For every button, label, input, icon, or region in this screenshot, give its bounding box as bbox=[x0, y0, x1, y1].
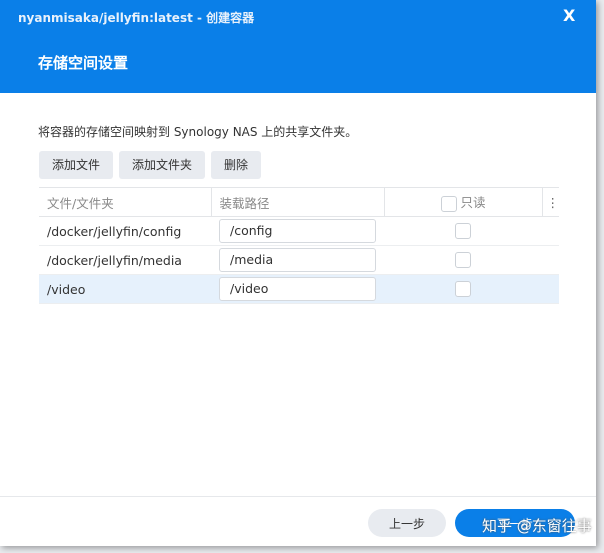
table-row[interactable]: /docker/jellyfin/config /config bbox=[39, 216, 559, 246]
create-container-dialog: nyanmisaka/jellyfin:latest - 创建容器 X 存储空间… bbox=[0, 0, 596, 546]
mount-path-input[interactable]: /config bbox=[219, 219, 376, 243]
add-file-button[interactable]: 添加文件 bbox=[39, 151, 114, 179]
column-menu-icon[interactable]: ⋮ bbox=[541, 187, 559, 217]
header-mount-path[interactable]: 装载路径 bbox=[210, 187, 384, 217]
footer-divider bbox=[0, 496, 596, 497]
mount-path-input[interactable]: /video bbox=[219, 277, 376, 301]
mount-path-input[interactable]: /media bbox=[219, 248, 376, 272]
host-path: /video bbox=[39, 274, 211, 304]
delete-button[interactable]: 删除 bbox=[211, 151, 262, 179]
dialog-header: nyanmisaka/jellyfin:latest - 创建容器 X 存储空间… bbox=[0, 0, 596, 93]
add-folder-button[interactable]: 添加文件夹 bbox=[119, 151, 206, 179]
header-file-folder[interactable]: 文件/文件夹 bbox=[39, 187, 211, 217]
readonly-checkbox[interactable] bbox=[455, 252, 471, 269]
window-title: nyanmisaka/jellyfin:latest - 创建容器 bbox=[18, 11, 255, 25]
readonly-label: 只读 bbox=[460, 195, 486, 211]
host-path: /docker/jellyfin/config bbox=[39, 216, 211, 246]
header-readonly: 只读 bbox=[383, 187, 542, 217]
host-path: /docker/jellyfin/media bbox=[39, 245, 211, 275]
readonly-checkbox[interactable] bbox=[455, 281, 471, 298]
table-row[interactable]: /docker/jellyfin/media /media bbox=[39, 245, 559, 275]
readonly-all-checkbox[interactable] bbox=[440, 195, 457, 212]
toolbar: 添加文件 添加文件夹 删除 bbox=[39, 151, 262, 179]
description: 将容器的存储空间映射到 Synology NAS 上的共享文件夹。 bbox=[38, 125, 358, 139]
readonly-checkbox[interactable] bbox=[455, 223, 471, 240]
next-button[interactable]: 下一步 bbox=[455, 509, 575, 537]
previous-button[interactable]: 上一步 bbox=[368, 509, 446, 537]
volume-table: 文件/文件夹 装载路径 只读 ⋮ /docker/jellyfin/config… bbox=[39, 187, 559, 304]
table-row[interactable]: /video /video bbox=[39, 274, 559, 304]
page-title: 存储空间设置 bbox=[38, 54, 129, 72]
close-icon[interactable]: X bbox=[563, 6, 575, 25]
